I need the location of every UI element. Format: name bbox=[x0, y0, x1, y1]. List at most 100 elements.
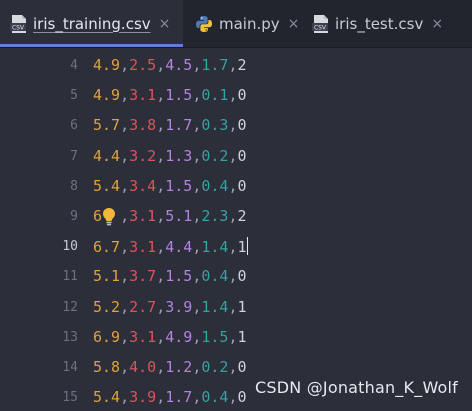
code-line[interactable]: 6.7,3.1,4.4,1.4,1 bbox=[93, 237, 248, 256]
tab-label: iris_training.csv bbox=[33, 14, 151, 33]
csv-value: 1.2 bbox=[165, 358, 193, 376]
csv-value: 4.5 bbox=[165, 56, 193, 74]
csv-value: 4.9 bbox=[93, 56, 121, 74]
csv-value: 1.3 bbox=[165, 146, 193, 165]
code-line[interactable]: 4.4,3.2,1.3,0.2,0 bbox=[93, 147, 247, 165]
csv-value: 3.9 bbox=[165, 297, 193, 316]
csv-value: 3.4 bbox=[129, 176, 157, 195]
csv-value: 3.1 bbox=[129, 238, 157, 257]
code-line[interactable]: 6.9,3.1,4.9,1.5,1 bbox=[93, 328, 247, 346]
csv-value: 5.8 bbox=[93, 358, 121, 376]
close-icon[interactable]: × bbox=[159, 16, 171, 32]
csv-value: 6 bbox=[93, 207, 103, 225]
csv-value: 3.9 bbox=[129, 388, 157, 407]
text-cursor bbox=[246, 237, 248, 256]
csv-value: 2.7 bbox=[129, 297, 157, 316]
code-editor[interactable]: 4.9,2.5,4.5,1.7,2 4.9,3.1,1.5,0.1,0 5.7,3.… bbox=[86, 48, 472, 411]
line-number: 10 bbox=[62, 239, 78, 255]
line-number: 7 bbox=[70, 148, 78, 164]
watermark: CSDN @Jonathan_K_Wolf bbox=[255, 378, 458, 397]
csv-value: 5.4 bbox=[93, 176, 121, 195]
csv-value: 0 bbox=[237, 116, 247, 135]
line-number: 8 bbox=[70, 178, 78, 194]
csv-value: 0 bbox=[237, 86, 247, 105]
csv-value: 6.9 bbox=[93, 327, 121, 346]
csv-value: 1.5 bbox=[165, 86, 193, 105]
code-line[interactable]: 4.9,3.1,1.5,0.1,0 bbox=[93, 86, 247, 104]
code-line[interactable]: 4.9,2.5,4.5,1.7,2 bbox=[93, 56, 247, 74]
line-number-gutter[interactable]: 4 5 6 7 8 9 10 11 12 13 14 15 bbox=[0, 48, 86, 411]
line-number: 15 bbox=[62, 390, 78, 406]
code-line[interactable]: 6 ,3.1,5.1,2.3,2 bbox=[93, 207, 247, 225]
csv-value: 0.3 bbox=[201, 116, 229, 135]
csv-value: 0.2 bbox=[201, 146, 229, 165]
csv-value: 0.2 bbox=[201, 358, 229, 376]
csv-value: 4.4 bbox=[93, 146, 121, 165]
csv-value: 4.4 bbox=[165, 238, 193, 257]
csv-value: 1.5 bbox=[165, 267, 193, 286]
csv-value: 0 bbox=[237, 176, 247, 195]
csv-value: 5.2 bbox=[93, 297, 121, 316]
csv-value: 0.4 bbox=[201, 267, 229, 286]
csv-value: 1.4 bbox=[201, 238, 229, 257]
csv-value: 1.7 bbox=[201, 56, 229, 74]
tab-iris-training-csv[interactable]: CSV iris_training.csv × bbox=[0, 0, 183, 47]
line-number: 11 bbox=[62, 269, 78, 285]
tab-iris-test-csv[interactable]: CSV iris_test.csv × bbox=[298, 0, 472, 47]
line-number: 6 bbox=[70, 118, 78, 134]
csv-value: 5.4 bbox=[93, 388, 121, 407]
csv-icon-text: CSV bbox=[12, 24, 25, 31]
code-line[interactable]: 5.4,3.4,1.5,0.4,0 bbox=[93, 177, 247, 195]
ide-window: CSV iris_training.csv × main.py × CSV ir… bbox=[0, 0, 472, 411]
csv-value: 1 bbox=[237, 238, 247, 257]
csv-value: 1.4 bbox=[201, 297, 229, 316]
csv-value: 2.3 bbox=[201, 207, 229, 225]
csv-value: 1.5 bbox=[165, 176, 193, 195]
csv-value: 0.1 bbox=[201, 86, 229, 105]
csv-value: 5.1 bbox=[93, 267, 121, 286]
line-number: 12 bbox=[62, 299, 78, 315]
csv-value: 6.7 bbox=[93, 238, 121, 257]
csv-value: 2 bbox=[237, 56, 247, 74]
line-number: 5 bbox=[70, 88, 78, 104]
tab-main-py[interactable]: main.py × bbox=[183, 0, 299, 47]
csv-icon-text: CSV bbox=[314, 24, 327, 31]
csv-value: 0 bbox=[237, 358, 247, 376]
csv-value: 3.1 bbox=[129, 327, 157, 346]
csv-value: 3.1 bbox=[129, 86, 157, 105]
csv-value: 0 bbox=[237, 146, 247, 165]
csv-value: 0.4 bbox=[201, 388, 229, 407]
csv-value: 5.1 bbox=[165, 207, 193, 225]
csv-value: 1 bbox=[237, 297, 247, 316]
csv-value: 2 bbox=[237, 207, 247, 225]
csv-value: 1 bbox=[237, 327, 247, 346]
csv-value: 3.1 bbox=[129, 207, 157, 225]
csv-value: 0 bbox=[237, 267, 247, 286]
lightbulb-icon[interactable] bbox=[102, 207, 116, 227]
csv-value: 2.5 bbox=[129, 56, 157, 74]
csv-file-icon: CSV bbox=[10, 14, 28, 34]
csv-value: 1.7 bbox=[165, 116, 193, 135]
csv-value: 1.7 bbox=[165, 388, 193, 407]
code-line[interactable]: 5.8,4.0,1.2,0.2,0 bbox=[93, 358, 247, 376]
code-line[interactable]: 5.7,3.8,1.7,0.3,0 bbox=[93, 116, 247, 134]
csv-file-icon: CSV bbox=[312, 14, 330, 34]
python-file-icon bbox=[195, 15, 213, 33]
editor-tab-bar: CSV iris_training.csv × main.py × CSV ir… bbox=[0, 0, 472, 48]
csv-value: 3.2 bbox=[129, 146, 157, 165]
csv-value: 3.8 bbox=[129, 116, 157, 135]
close-icon[interactable]: × bbox=[431, 16, 443, 32]
line-number: 13 bbox=[62, 329, 78, 345]
csv-value: 4.0 bbox=[129, 358, 157, 376]
csv-value: 0 bbox=[237, 388, 247, 407]
line-number: 9 bbox=[70, 209, 78, 224]
csv-value: 5.7 bbox=[93, 116, 121, 135]
csv-value: 4.9 bbox=[165, 327, 193, 346]
csv-value: 1.5 bbox=[201, 327, 229, 346]
line-number: 14 bbox=[62, 360, 78, 375]
code-line[interactable]: 5.4,3.9,1.7,0.4,0 bbox=[93, 388, 247, 406]
tab-label: main.py bbox=[219, 14, 280, 33]
code-line[interactable]: 5.1,3.7,1.5,0.4,0 bbox=[93, 267, 247, 285]
code-line[interactable]: 5.2,2.7,3.9,1.4,1 bbox=[93, 298, 247, 316]
csv-value: 0.4 bbox=[201, 176, 229, 195]
